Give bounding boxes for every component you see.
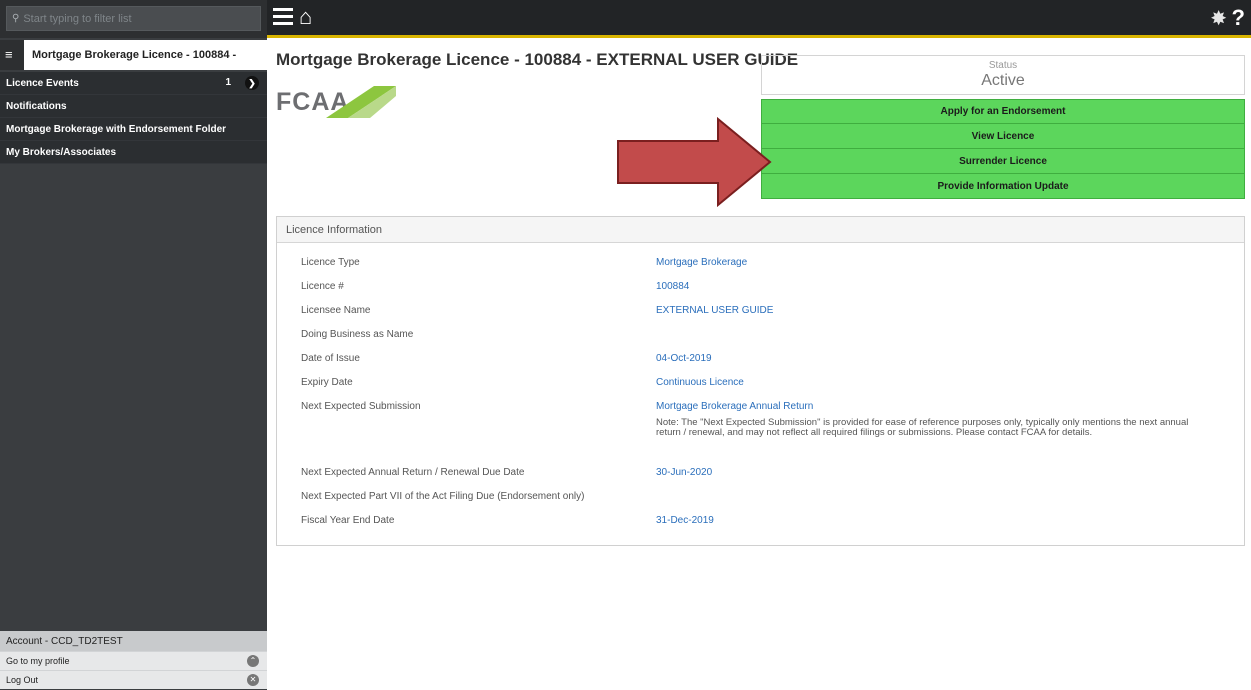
sidebar-footer: Account - CCD_TD2TEST Go to my profile ⌃… xyxy=(0,631,267,689)
panel-heading: Licence Information xyxy=(277,217,1244,243)
sidebar-item-brokers-associates[interactable]: My Brokers/Associates xyxy=(0,141,267,164)
filter-input[interactable] xyxy=(23,12,244,25)
info-label: Licensee Name xyxy=(301,305,371,316)
info-row-licence-type: Licence Type Mortgage Brokerage xyxy=(277,257,1244,281)
document-icon: ≡ xyxy=(5,47,13,62)
info-row-next-submission: Next Expected Submission Mortgage Broker… xyxy=(277,401,1244,467)
pointer-arrow-icon xyxy=(617,117,772,207)
chevron-up-icon: ⌃ xyxy=(247,655,259,667)
info-value: 100884 xyxy=(656,281,690,292)
profile-link-label: Go to my profile xyxy=(6,656,70,666)
licence-information-panel: Licence Information Licence Type Mortgag… xyxy=(276,216,1245,546)
top-bar: ⌂ ✸ ? xyxy=(267,0,1251,38)
info-value: Continuous Licence xyxy=(656,377,744,388)
sidebar-item-label: Notifications xyxy=(6,100,67,112)
sidebar-active-item[interactable]: ≡ Mortgage Brokerage Licence - 100884 - xyxy=(0,40,267,70)
info-row-business-name: Doing Business as Name xyxy=(277,329,1244,353)
logout-link[interactable]: Log Out ✕ xyxy=(0,670,267,689)
close-icon: ✕ xyxy=(247,674,259,686)
info-row-expiry-date: Expiry Date Continuous Licence xyxy=(277,377,1244,401)
account-label: Account - CCD_TD2TEST xyxy=(0,631,267,651)
sidebar-nav: Licence Events 1 ❯ Notifications Mortgag… xyxy=(0,72,267,164)
logout-link-label: Log Out xyxy=(6,675,39,685)
info-value: EXTERNAL USER GUIDE xyxy=(656,305,774,316)
info-value: 30-Jun-2020 xyxy=(656,467,713,478)
status-caption: Status xyxy=(988,60,1018,71)
info-value: 04-Oct-2019 xyxy=(656,353,712,364)
licence-info-rows: Licence Type Mortgage Brokerage Licence … xyxy=(277,243,1244,539)
sidebar-item-licence-events[interactable]: Licence Events 1 ❯ xyxy=(0,72,267,95)
sidebar-search: ⚲ xyxy=(0,0,267,38)
info-row-licensee-name: Licensee Name EXTERNAL USER GUIDE xyxy=(277,305,1244,329)
apply-endorsement-button[interactable]: Apply for an Endorsement xyxy=(761,99,1245,124)
surrender-licence-button[interactable]: Surrender Licence xyxy=(761,149,1245,174)
info-value xyxy=(656,329,696,353)
page-title: Mortgage Brokerage Licence - 100884 - EX… xyxy=(276,50,799,69)
submission-note: Note: The "Next Expected Submission" is … xyxy=(656,417,1189,438)
menu-icon[interactable] xyxy=(273,8,293,26)
info-label: Licence Type xyxy=(301,257,360,268)
info-label: Doing Business as Name xyxy=(301,329,414,340)
help-icon[interactable]: ? xyxy=(1232,5,1245,31)
sidebar-item-endorsement-folder[interactable]: Mortgage Brokerage with Endorsement Fold… xyxy=(0,118,267,141)
info-value: Mortgage Brokerage Annual Return xyxy=(656,401,814,412)
info-row-licence-number: Licence # 100884 xyxy=(277,281,1244,305)
sidebar-item-label: Mortgage Brokerage with Endorsement Fold… xyxy=(6,123,227,135)
info-label: Next Expected Part VII of the Act Filing… xyxy=(301,491,585,502)
info-value: 31-Dec-2019 xyxy=(656,515,714,526)
info-label: Date of Issue xyxy=(301,353,360,364)
sidebar-item-label: My Brokers/Associates xyxy=(6,146,117,158)
logo-swoosh-icon xyxy=(326,86,396,118)
sidebar: ⚲ ≡ Mortgage Brokerage Licence - 100884 … xyxy=(0,0,267,690)
fcaa-logo: FCAA xyxy=(276,82,408,122)
info-row-renewal-due-date: Next Expected Annual Return / Renewal Du… xyxy=(277,467,1244,491)
profile-link[interactable]: Go to my profile ⌃ xyxy=(0,651,267,670)
info-value-group: Mortgage Brokerage Annual Return Note: T… xyxy=(656,401,1244,467)
info-label: Licence # xyxy=(301,281,344,292)
info-label: Next Expected Submission xyxy=(301,401,421,412)
active-item-label: Mortgage Brokerage Licence - 100884 - xyxy=(32,49,237,61)
search-icon: ⚲ xyxy=(12,13,20,24)
action-buttons: Apply for an Endorsement View Licence Su… xyxy=(761,99,1245,199)
status-value: Active xyxy=(981,72,1025,89)
sidebar-item-label: Licence Events xyxy=(6,77,79,89)
wheat-logo-icon: ✸ xyxy=(1210,8,1227,30)
info-label: Fiscal Year End Date xyxy=(301,515,395,526)
info-label: Expiry Date xyxy=(301,377,353,388)
count-badge: 1 xyxy=(225,77,231,88)
provide-information-update-button[interactable]: Provide Information Update xyxy=(761,174,1245,199)
info-value: Mortgage Brokerage xyxy=(656,257,748,268)
info-row-fiscal-year-end: Fiscal Year End Date 31-Dec-2019 xyxy=(277,515,1244,539)
sidebar-item-notifications[interactable]: Notifications xyxy=(0,95,267,118)
info-row-date-of-issue: Date of Issue 04-Oct-2019 xyxy=(277,353,1244,377)
home-icon[interactable]: ⌂ xyxy=(299,4,312,30)
info-value xyxy=(656,491,696,515)
chevron-right-icon[interactable]: ❯ xyxy=(245,76,259,90)
view-licence-button[interactable]: View Licence xyxy=(761,124,1245,149)
status-box: Status Active xyxy=(761,55,1245,95)
info-label: Next Expected Annual Return / Renewal Du… xyxy=(301,467,525,478)
search-box[interactable]: ⚲ xyxy=(6,6,261,31)
info-row-part-vii-filing: Next Expected Part VII of the Act Filing… xyxy=(277,491,1244,515)
